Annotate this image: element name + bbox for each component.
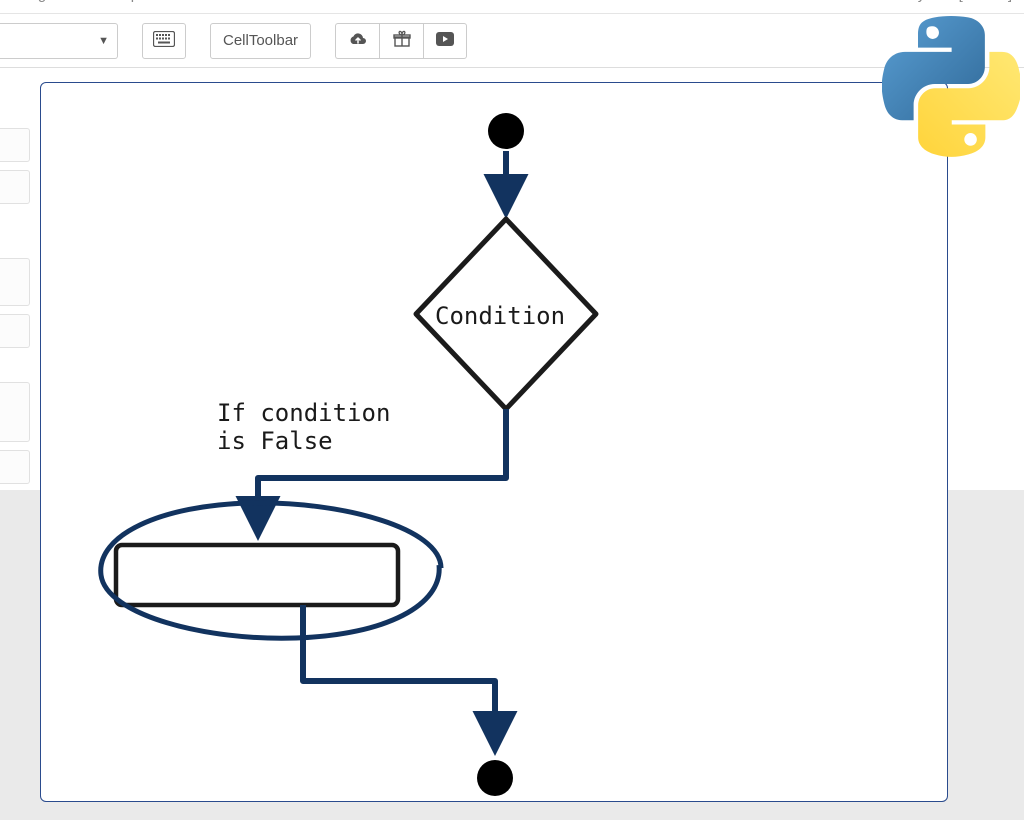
condition-label: Condition [435, 302, 565, 330]
menu-item-widgets[interactable]: Widgets [12, 0, 66, 9]
false-branch-label: If condition is False [217, 399, 390, 455]
cell-toolbar-label: CellToolbar [223, 32, 298, 49]
cell-gutter [0, 170, 30, 204]
publish-button[interactable] [335, 23, 379, 59]
menu-item-help[interactable]: Help [108, 0, 139, 9]
cell-gutter [0, 450, 30, 484]
video-button[interactable] [423, 23, 467, 59]
cell-toolbar-button[interactable]: CellToolbar [210, 23, 311, 59]
python-logo [882, 10, 1020, 160]
menubar: Widgets Help Python [default] [0, 0, 1024, 14]
extra-buttons-group [335, 23, 467, 59]
youtube-icon [435, 31, 455, 51]
flowchart-svg [41, 83, 949, 803]
cell-type-select[interactable]: ▼ [0, 23, 118, 59]
gift-button[interactable] [379, 23, 423, 59]
cell-gutter [0, 128, 30, 162]
cell-gutter [0, 258, 30, 306]
cell-gutter [0, 382, 30, 442]
kernel-indicator: Python [default] [908, 0, 1012, 9]
keyboard-icon [153, 31, 175, 51]
cloud-upload-icon [348, 31, 368, 51]
gift-icon [393, 30, 411, 52]
toolbar: ▼ CellToolbar [0, 14, 1024, 68]
dropdown-caret-icon: ▼ [98, 35, 109, 47]
cell-gutter [0, 314, 30, 348]
command-palette-button[interactable] [142, 23, 186, 59]
output-cell: Condition If condition is False [40, 82, 948, 802]
